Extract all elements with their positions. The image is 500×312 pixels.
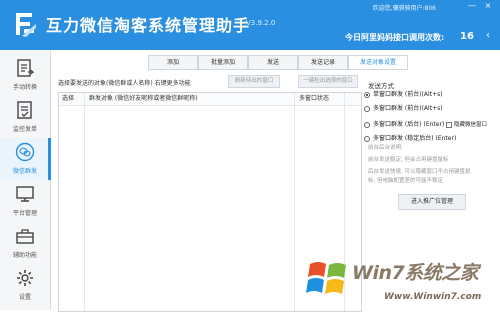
watermark-brand: Win7系统之家 [352, 262, 479, 284]
toolbox-icon [16, 229, 34, 244]
checkbox-icon[interactable] [446, 122, 452, 128]
sidebar-item-platform-manage[interactable]: 平台管理 [0, 180, 50, 222]
promotion-manage-button[interactable]: 进入推广位管理 [398, 194, 466, 210]
sidebar-item-label: 设置 [18, 294, 31, 301]
note-line: 前台发送稳定, 但会占用键盘鼠标 [368, 157, 449, 163]
wechat-broadcast-icon [15, 142, 35, 162]
sidebar-item-monitor-send[interactable]: 监控发单 [0, 96, 50, 138]
send-mode-option[interactable]: 单窗口群发 (前台)(Alt+s) [364, 90, 496, 100]
monitor-document-icon [17, 101, 32, 119]
title-bar: 互力微信淘客系统管理助手 V3.9.2.0 欢迎您,骥骐骑用户:806 — × … [0, 0, 500, 50]
tab-send-records[interactable]: 发送记录 [298, 55, 348, 70]
table-header: 选择 群发对象 (微信好友昵称或者微信群昵称) 多窗口状态 [59, 93, 361, 106]
sidebar-item-label: 微信群发 [12, 168, 37, 175]
refresh-windows-button[interactable]: 刷新待出的窗口 [228, 75, 280, 88]
close-button[interactable]: × [482, 1, 494, 11]
send-mode-option[interactable]: 多窗口群发 (前台)(Alt+s) [364, 104, 496, 114]
app-title: 互力微信淘客系统管理助手 [46, 16, 251, 35]
tab-batch-add[interactable]: 批量添加 [198, 55, 248, 70]
send-mode-title: 发送方式 [368, 82, 394, 90]
send-mode-option-label: 多窗口群发 (稳定后台) (Enter) [373, 135, 457, 142]
app-logo-icon [16, 13, 36, 37]
sidebar: 手动转换 监控发单 微信群发 平台管理 辅助功能 设置 [0, 50, 51, 310]
monitor-screen-icon [16, 186, 34, 202]
note-line: 后台发送快速, 可以隐藏窗口不占用键盘鼠 [368, 169, 471, 175]
send-mode-option-label: 多窗口群发 (前台)(Alt+s) [373, 105, 443, 112]
tab-send[interactable]: 发送 [248, 55, 298, 70]
note-line: 前台后台说明: [368, 145, 403, 151]
radio-icon[interactable] [364, 136, 370, 142]
sidebar-item-settings[interactable]: 设置 [0, 264, 50, 306]
column-divider [84, 93, 85, 311]
column-select[interactable]: 选择 [62, 93, 74, 105]
sidebar-item-label: 辅助功能 [12, 252, 37, 259]
api-count-value: 16 [460, 31, 474, 42]
tab-add[interactable]: 添加 [148, 55, 198, 70]
note-line: 标, 但电脑配置差的可能不稳定 [368, 178, 443, 184]
welcome-text: 欢迎您,骥骐骑用户:806 [372, 5, 436, 12]
api-count-label: 今日阿里妈妈接口调用次数: [345, 33, 445, 42]
instruction-text: 选择要发送的对象(微信群或人名称) 右键更多功能 [58, 80, 191, 87]
radio-icon[interactable] [364, 106, 370, 112]
column-target[interactable]: 群发对象 (微信好友昵称或者微信群昵称) [89, 93, 198, 105]
minimize-button[interactable]: — [466, 1, 478, 11]
watermark-url: Www.Winwin7.com [384, 292, 482, 302]
send-mode-option-label: 单窗口群发 (前台)(Alt+s) [373, 91, 443, 98]
windows-logo-icon [306, 262, 346, 294]
send-mode-option[interactable]: 多窗口群发 (稳定后台) (Enter) [364, 134, 496, 144]
document-convert-icon [17, 59, 35, 77]
send-mode-option-label: 多窗口群发 (后台) (Enter) [373, 121, 445, 128]
hide-wechat-window-label: 隐藏微信窗口 [454, 122, 488, 128]
version-label: V3.9.2.0 [246, 19, 276, 27]
gear-icon [17, 270, 33, 286]
column-divider [294, 93, 295, 311]
detect-windows-button[interactable]: 一键检出选择的窗口 [298, 75, 358, 88]
sidebar-item-wechat-broadcast[interactable]: 微信群发 [0, 138, 51, 180]
sidebar-item-manual-convert[interactable]: 手动转换 [0, 54, 50, 96]
sidebar-item-label: 监控发单 [12, 126, 37, 133]
radio-selected-icon[interactable] [364, 92, 370, 98]
radio-icon[interactable] [364, 122, 370, 128]
tab-send-target-settings[interactable]: 发送对象设置 [348, 55, 408, 70]
sidebar-item-label: 平台管理 [12, 210, 37, 217]
sidebar-item-auxiliary[interactable]: 辅助功能 [0, 222, 50, 264]
collapse-arrow-icon[interactable]: ‹ [486, 30, 498, 42]
column-window-status[interactable]: 多窗口状态 [299, 93, 329, 105]
sidebar-item-label: 手动转换 [12, 84, 37, 91]
hide-wechat-window-checkbox[interactable]: 隐藏微信窗口 [446, 120, 496, 130]
